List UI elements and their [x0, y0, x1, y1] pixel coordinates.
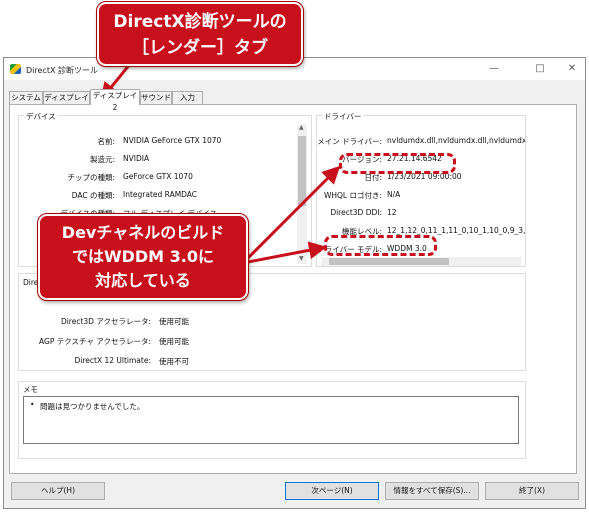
memo-text: 問題は見つかりませんでした。: [40, 402, 145, 411]
device-scroll-thumb[interactable]: [298, 136, 306, 206]
memo-section-label: メモ: [23, 385, 38, 394]
main-driver-label: メイン ドライバー:: [317, 137, 382, 146]
window-title: DirectX 診断ツール: [26, 66, 98, 75]
minimize-button[interactable]: —: [484, 61, 504, 77]
tab-title-callout: DirectX診断ツールの ［レンダー］タブ: [96, 1, 304, 67]
d3d-accel-value: 使用可能: [159, 317, 189, 326]
chip-type-value: GeForce GTX 1070: [123, 172, 193, 181]
tab-system[interactable]: システム: [9, 91, 43, 105]
maximize-button[interactable]: □: [530, 61, 550, 77]
driver-hscrollbar[interactable]: [321, 257, 521, 266]
scroll-up-arrow-icon[interactable]: ▲: [299, 124, 304, 131]
note-callout-line-2: ではWDDM 3.0に: [71, 247, 215, 266]
version-highlight-ring: [339, 153, 456, 174]
driver-hscroll-thumb[interactable]: [329, 258, 449, 265]
manufacturer-value: NVIDIA: [123, 154, 150, 163]
device-name-label: 名前:: [97, 137, 115, 146]
exit-button[interactable]: 終了(X): [485, 482, 579, 500]
memo-bullet-icon: •: [30, 400, 35, 409]
device-name-value: NVIDIA GeForce GTX 1070: [123, 136, 222, 145]
tab-display-2[interactable]: ディスプレイ 2: [90, 89, 140, 112]
driver-section-label: ドライバー: [322, 111, 364, 122]
feature-level-value: 12_1,12_0,11_1,11_0,10_1,10_0,9_3,9_2: [387, 226, 525, 235]
help-button[interactable]: ヘルプ(H): [11, 482, 105, 500]
d3d-ddi-value: 12: [387, 208, 397, 217]
tab-callout-line-2: ［レンダー］タブ: [132, 38, 268, 58]
tab-display-1[interactable]: ディスプレイ 1: [43, 91, 90, 114]
memo-textbox[interactable]: • 問題は見つかりませんでした。: [23, 396, 519, 444]
device-scrollbar[interactable]: ▲ ▼: [297, 124, 307, 264]
dac-type-label: DAC の種類:: [71, 191, 115, 200]
agp-accel-label: AGP テクスチャ アクセラレータ:: [39, 337, 151, 346]
next-page-button[interactable]: 次ページ(N): [285, 482, 379, 500]
d3d-accel-label: Direct3D アクセラレータ:: [60, 317, 151, 326]
tab-sound[interactable]: サウンド: [140, 91, 172, 105]
whql-value: N/A: [387, 190, 401, 199]
memo-group: メモ • 問題は見つかりませんでした。: [18, 381, 526, 459]
agp-accel-value: 使用可能: [159, 337, 189, 346]
tab-input[interactable]: 入力: [172, 91, 203, 105]
save-all-info-button[interactable]: 情報をすべて保存(S)...: [385, 482, 479, 500]
manufacturer-label: 製造元:: [89, 155, 115, 164]
dx12-ultimate-value: 使用不可: [159, 357, 189, 366]
dx12-ultimate-label: DirectX 12 Ultimate:: [74, 356, 152, 365]
d3d-ddi-label: Direct3D DDI:: [330, 208, 382, 217]
note-callout-line-3: 対応している: [95, 271, 191, 290]
directx-app-icon: [10, 64, 21, 74]
driver-model-highlight-ring: [324, 235, 437, 256]
main-driver-value: nvldumdx.dll,nvldumdx.dll,nvldumdx.dll,n…: [387, 136, 525, 145]
dac-type-value: Integrated RAMDAC: [123, 190, 198, 199]
chip-type-label: チップの種類:: [67, 173, 115, 182]
device-section-label: デバイス: [24, 111, 58, 122]
tab-callout-line-1: DirectX診断ツールの: [113, 12, 287, 32]
wddm-note-callout: Devチャネルのビルド ではWDDM 3.0に 対応している: [37, 213, 249, 301]
scroll-down-arrow-icon[interactable]: ▼: [299, 255, 304, 262]
note-callout-line-1: Devチャネルのビルド: [61, 223, 225, 242]
whql-label: WHQL ロゴ付き:: [323, 191, 382, 200]
close-button[interactable]: ✕: [562, 61, 582, 77]
